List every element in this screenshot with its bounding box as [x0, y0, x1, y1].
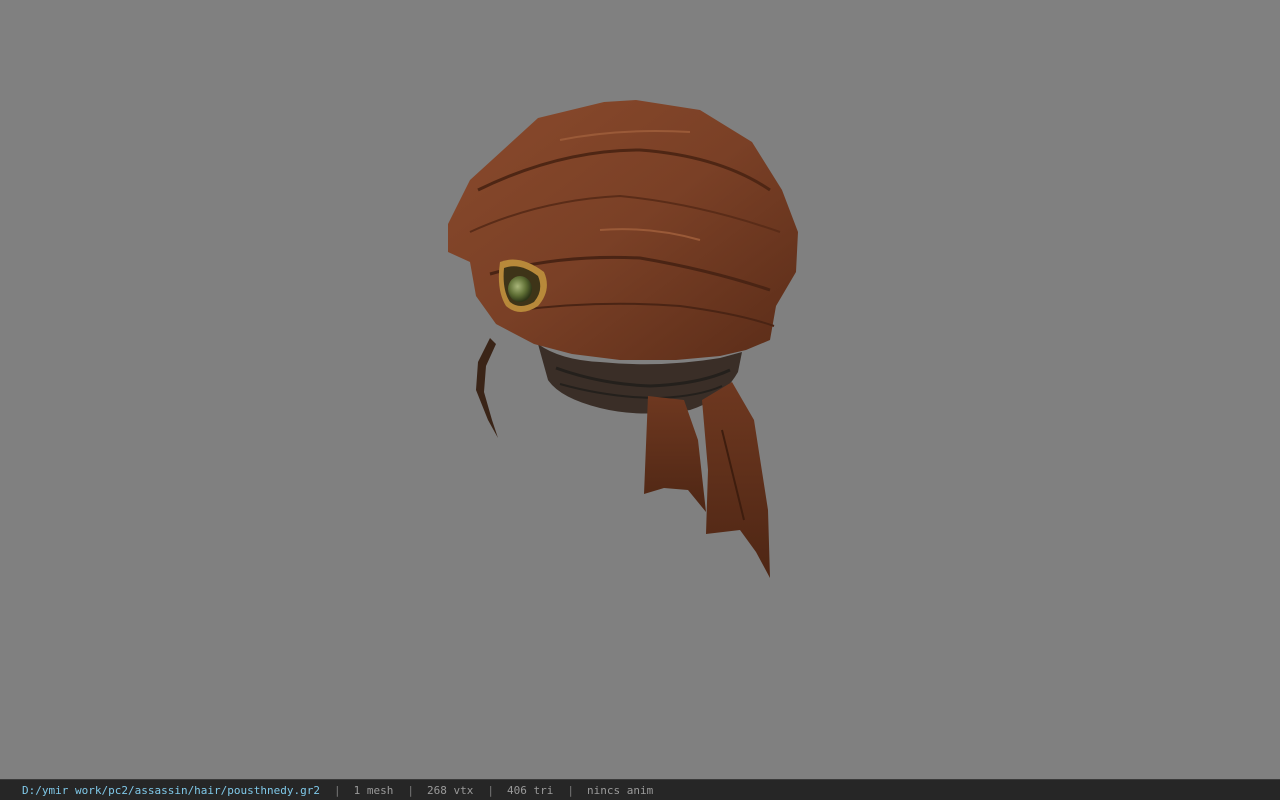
file-path: D:/ymir work/pc2/assassin/hair/pousthned… [22, 783, 321, 797]
separator: | [407, 783, 415, 797]
separator: | [567, 783, 574, 797]
status-bar: D:/ymir work/pc2/assassin/hair/pousthned… [0, 779, 1280, 800]
separator: | [334, 783, 341, 797]
tail-front [702, 382, 770, 578]
model-viewport[interactable] [0, 0, 1280, 779]
headscarf-model[interactable] [0, 0, 1280, 779]
vertex-count: 268 vtx [427, 783, 474, 797]
separator: | [487, 783, 494, 797]
animation-status: nincs anim [586, 783, 654, 797]
triangle-count: 406 tri [507, 783, 554, 797]
left-strap [476, 338, 498, 438]
tail-back [644, 396, 706, 512]
mesh-count: 1 mesh [353, 783, 394, 797]
